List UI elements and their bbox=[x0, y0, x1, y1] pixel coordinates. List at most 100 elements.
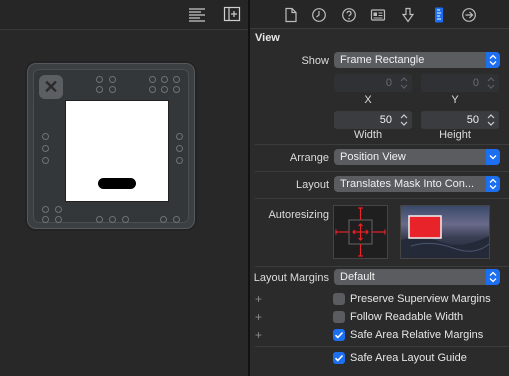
checkbox-label: Safe Area Relative Margins bbox=[350, 329, 484, 341]
checkmark-icon bbox=[334, 354, 344, 362]
handle-dot bbox=[173, 76, 180, 83]
handle-dot bbox=[96, 216, 103, 223]
handle-dot bbox=[42, 145, 49, 152]
handle-dot bbox=[96, 76, 103, 83]
canvas-toolbar bbox=[0, 0, 248, 30]
follow-readable-width-checkbox[interactable] bbox=[333, 311, 345, 323]
handle-dot bbox=[109, 86, 116, 93]
identity-inspector-icon[interactable] bbox=[370, 7, 386, 23]
safe-area-layout-guide-row: Safe Area Layout Guide bbox=[250, 350, 509, 366]
handle-dot bbox=[42, 216, 49, 223]
wallpaper-preview-image bbox=[401, 215, 489, 258]
section-title-view: View bbox=[255, 32, 280, 44]
width-label: Width bbox=[353, 129, 383, 141]
chevron-down-icon bbox=[486, 149, 500, 165]
handle-dot bbox=[109, 216, 116, 223]
stepper-icon[interactable] bbox=[399, 113, 409, 127]
stepper-icon[interactable] bbox=[486, 113, 496, 127]
checkbox-label: Follow Readable Width bbox=[350, 311, 464, 323]
separator bbox=[255, 144, 509, 145]
show-popup[interactable]: Frame Rectangle bbox=[334, 52, 500, 68]
handle-dot bbox=[176, 145, 183, 152]
handle-dot bbox=[122, 216, 129, 223]
canvas-area[interactable]: ✕ bbox=[0, 0, 248, 376]
help-inspector-icon[interactable] bbox=[341, 7, 357, 23]
y-field[interactable]: 0 bbox=[421, 74, 499, 92]
preserve-superview-margins-checkbox[interactable] bbox=[333, 293, 345, 305]
safe-area-layout-guide-checkbox[interactable] bbox=[333, 352, 345, 364]
handle-dot bbox=[176, 133, 183, 140]
handle-dot bbox=[96, 86, 103, 93]
autoresizing-springs-icon bbox=[335, 207, 386, 257]
checkmark-icon bbox=[334, 331, 344, 339]
layout-popup[interactable]: Translates Mask Into Con... bbox=[334, 176, 500, 192]
handle-dot bbox=[149, 86, 156, 93]
y-label: Y bbox=[451, 94, 459, 106]
plus-icon[interactable]: + bbox=[255, 309, 262, 325]
attributes-inspector-icon[interactable] bbox=[400, 7, 416, 23]
handle-dot bbox=[173, 216, 180, 223]
handle-dot bbox=[55, 206, 62, 213]
arrange-value: Position View bbox=[340, 151, 406, 163]
preserve-superview-margins-row: + Preserve Superview Margins bbox=[250, 291, 509, 307]
close-icon[interactable]: ✕ bbox=[39, 75, 63, 99]
inspector-panel: View Show Frame Rectangle 0 0 X Y 50 50 … bbox=[250, 0, 509, 376]
autoresizing-preview bbox=[400, 205, 490, 259]
x-label: X bbox=[364, 94, 372, 106]
layout-value: Translates Mask Into Con... bbox=[340, 178, 475, 190]
checkbox-label: Preserve Superview Margins bbox=[350, 293, 491, 305]
plus-icon[interactable]: + bbox=[255, 291, 262, 307]
y-value: 0 bbox=[472, 77, 479, 89]
updown-chevron-icon bbox=[486, 52, 500, 68]
layout-margins-label: Layout Margins bbox=[253, 272, 329, 284]
safe-area-relative-margins-row: + Safe Area Relative Margins bbox=[250, 327, 509, 343]
width-field[interactable]: 50 bbox=[334, 111, 412, 129]
updown-chevron-icon bbox=[486, 176, 500, 192]
size-inspector-icon[interactable] bbox=[431, 7, 447, 23]
selected-white-view[interactable] bbox=[65, 100, 169, 202]
safe-area-relative-margins-checkbox[interactable] bbox=[333, 329, 345, 341]
x-value: 0 bbox=[385, 77, 392, 89]
add-editor-icon[interactable] bbox=[223, 6, 241, 22]
file-inspector-icon[interactable] bbox=[283, 7, 299, 23]
updown-chevron-icon bbox=[486, 269, 500, 285]
height-field[interactable]: 50 bbox=[421, 111, 499, 129]
arrange-label: Arrange bbox=[289, 152, 329, 164]
handle-dot bbox=[161, 76, 168, 83]
height-value: 50 bbox=[466, 114, 479, 126]
follow-readable-width-row: + Follow Readable Width bbox=[250, 309, 509, 325]
history-inspector-icon[interactable] bbox=[311, 7, 327, 23]
show-value: Frame Rectangle bbox=[340, 54, 425, 66]
inspector-tab-bar bbox=[250, 0, 509, 29]
handle-dot bbox=[42, 157, 49, 164]
handle-dot bbox=[149, 76, 156, 83]
separator bbox=[255, 266, 509, 267]
separator bbox=[255, 198, 509, 199]
show-label: Show bbox=[301, 55, 329, 67]
handle-dot bbox=[42, 206, 49, 213]
device-preview-inner: ✕ bbox=[33, 69, 189, 223]
arrange-popup[interactable]: Position View bbox=[334, 149, 500, 165]
stepper-icon[interactable] bbox=[486, 76, 496, 90]
handle-dot bbox=[109, 76, 116, 83]
layout-label: Layout bbox=[295, 179, 329, 191]
home-indicator-pill bbox=[98, 178, 136, 189]
handle-dot bbox=[42, 133, 49, 140]
device-preview-frame[interactable]: ✕ bbox=[27, 63, 195, 229]
plus-icon[interactable]: + bbox=[255, 327, 262, 343]
layout-margins-value: Default bbox=[340, 271, 375, 283]
separator bbox=[255, 171, 509, 172]
handle-dot bbox=[160, 216, 167, 223]
stepper-icon[interactable] bbox=[399, 76, 409, 90]
handle-dot bbox=[161, 86, 168, 93]
autoresizing-mask-editor[interactable] bbox=[333, 205, 388, 259]
layout-margins-popup[interactable]: Default bbox=[334, 269, 500, 285]
checkbox-label: Safe Area Layout Guide bbox=[350, 352, 467, 364]
handle-dot bbox=[176, 157, 183, 164]
connections-inspector-icon[interactable] bbox=[461, 7, 477, 23]
document-outline-icon[interactable] bbox=[188, 6, 206, 22]
separator bbox=[255, 346, 509, 347]
width-value: 50 bbox=[379, 114, 392, 126]
x-field[interactable]: 0 bbox=[334, 74, 412, 92]
height-label: Height bbox=[439, 129, 471, 141]
